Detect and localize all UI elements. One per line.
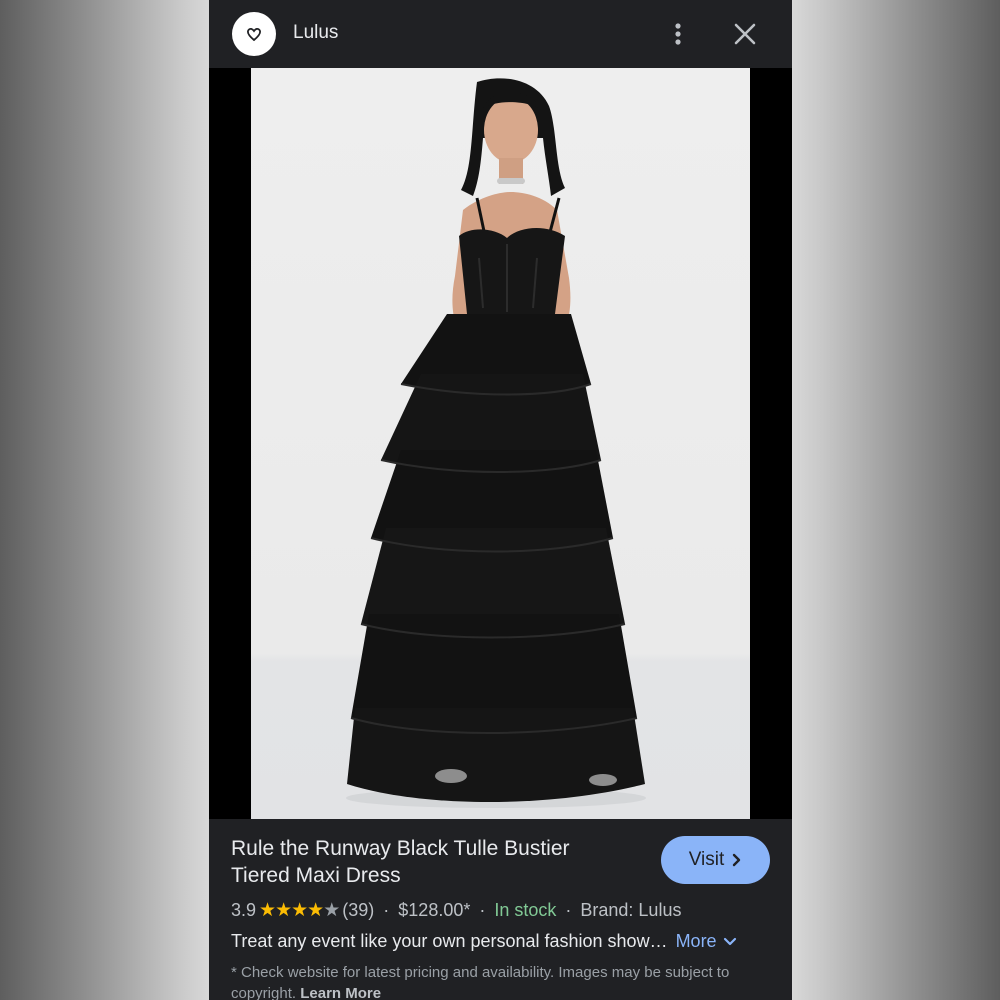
separator-dot: · — [565, 900, 572, 920]
star-icon: ★ — [259, 900, 276, 921]
product-image-area — [209, 68, 792, 819]
image-viewer-panel: Lulus Rule the Runway Black Tulle Bustie… — [209, 0, 792, 1000]
dress-model-illustration — [346, 78, 646, 808]
product-photo[interactable] — [251, 68, 750, 819]
star-icon: ★ — [307, 900, 324, 921]
site-name[interactable]: Lulus — [293, 22, 338, 44]
rating-value: 3.9 — [231, 900, 257, 920]
viewer-header: Lulus — [209, 0, 792, 68]
site-logo[interactable] — [232, 12, 276, 56]
price: $128.00* — [398, 900, 471, 920]
disclaimer: * Check website for latest pricing and a… — [231, 962, 776, 1000]
star-icon: ★ — [275, 900, 292, 921]
product-description: Treat any event like your own personal f… — [231, 931, 668, 951]
star-icon: ★ — [291, 900, 308, 921]
visit-button[interactable]: Visit — [661, 836, 770, 884]
more-label: More — [675, 931, 717, 951]
description-row: Treat any event like your own personal f… — [231, 931, 771, 952]
brand: Brand: Lulus — [580, 900, 682, 920]
learn-more-link[interactable]: Learn More — [300, 985, 381, 1000]
heart-logo-icon — [246, 27, 262, 42]
stock-status: In stock — [494, 900, 557, 920]
visit-button-label: Visit — [688, 849, 725, 870]
chevron-down-icon — [723, 937, 736, 945]
close-icon[interactable] — [731, 20, 759, 48]
star-empty-icon: ★ — [323, 900, 340, 921]
product-details: Rule the Runway Black Tulle Bustier Tier… — [209, 819, 792, 1000]
product-meta-row: 3.9 ★★★★★ (39) · $128.00* · In stock · B… — [231, 899, 681, 922]
chevron-right-icon — [733, 853, 741, 867]
product-title[interactable]: Rule the Runway Black Tulle Bustier Tier… — [231, 835, 631, 889]
rating-stars: ★★★★★ — [259, 899, 340, 922]
more-button[interactable]: More — [676, 931, 737, 952]
review-count[interactable]: (39) — [342, 900, 374, 921]
more-vert-icon[interactable] — [668, 20, 688, 48]
separator-dot: · — [479, 900, 486, 920]
separator-dot: · — [383, 900, 390, 920]
